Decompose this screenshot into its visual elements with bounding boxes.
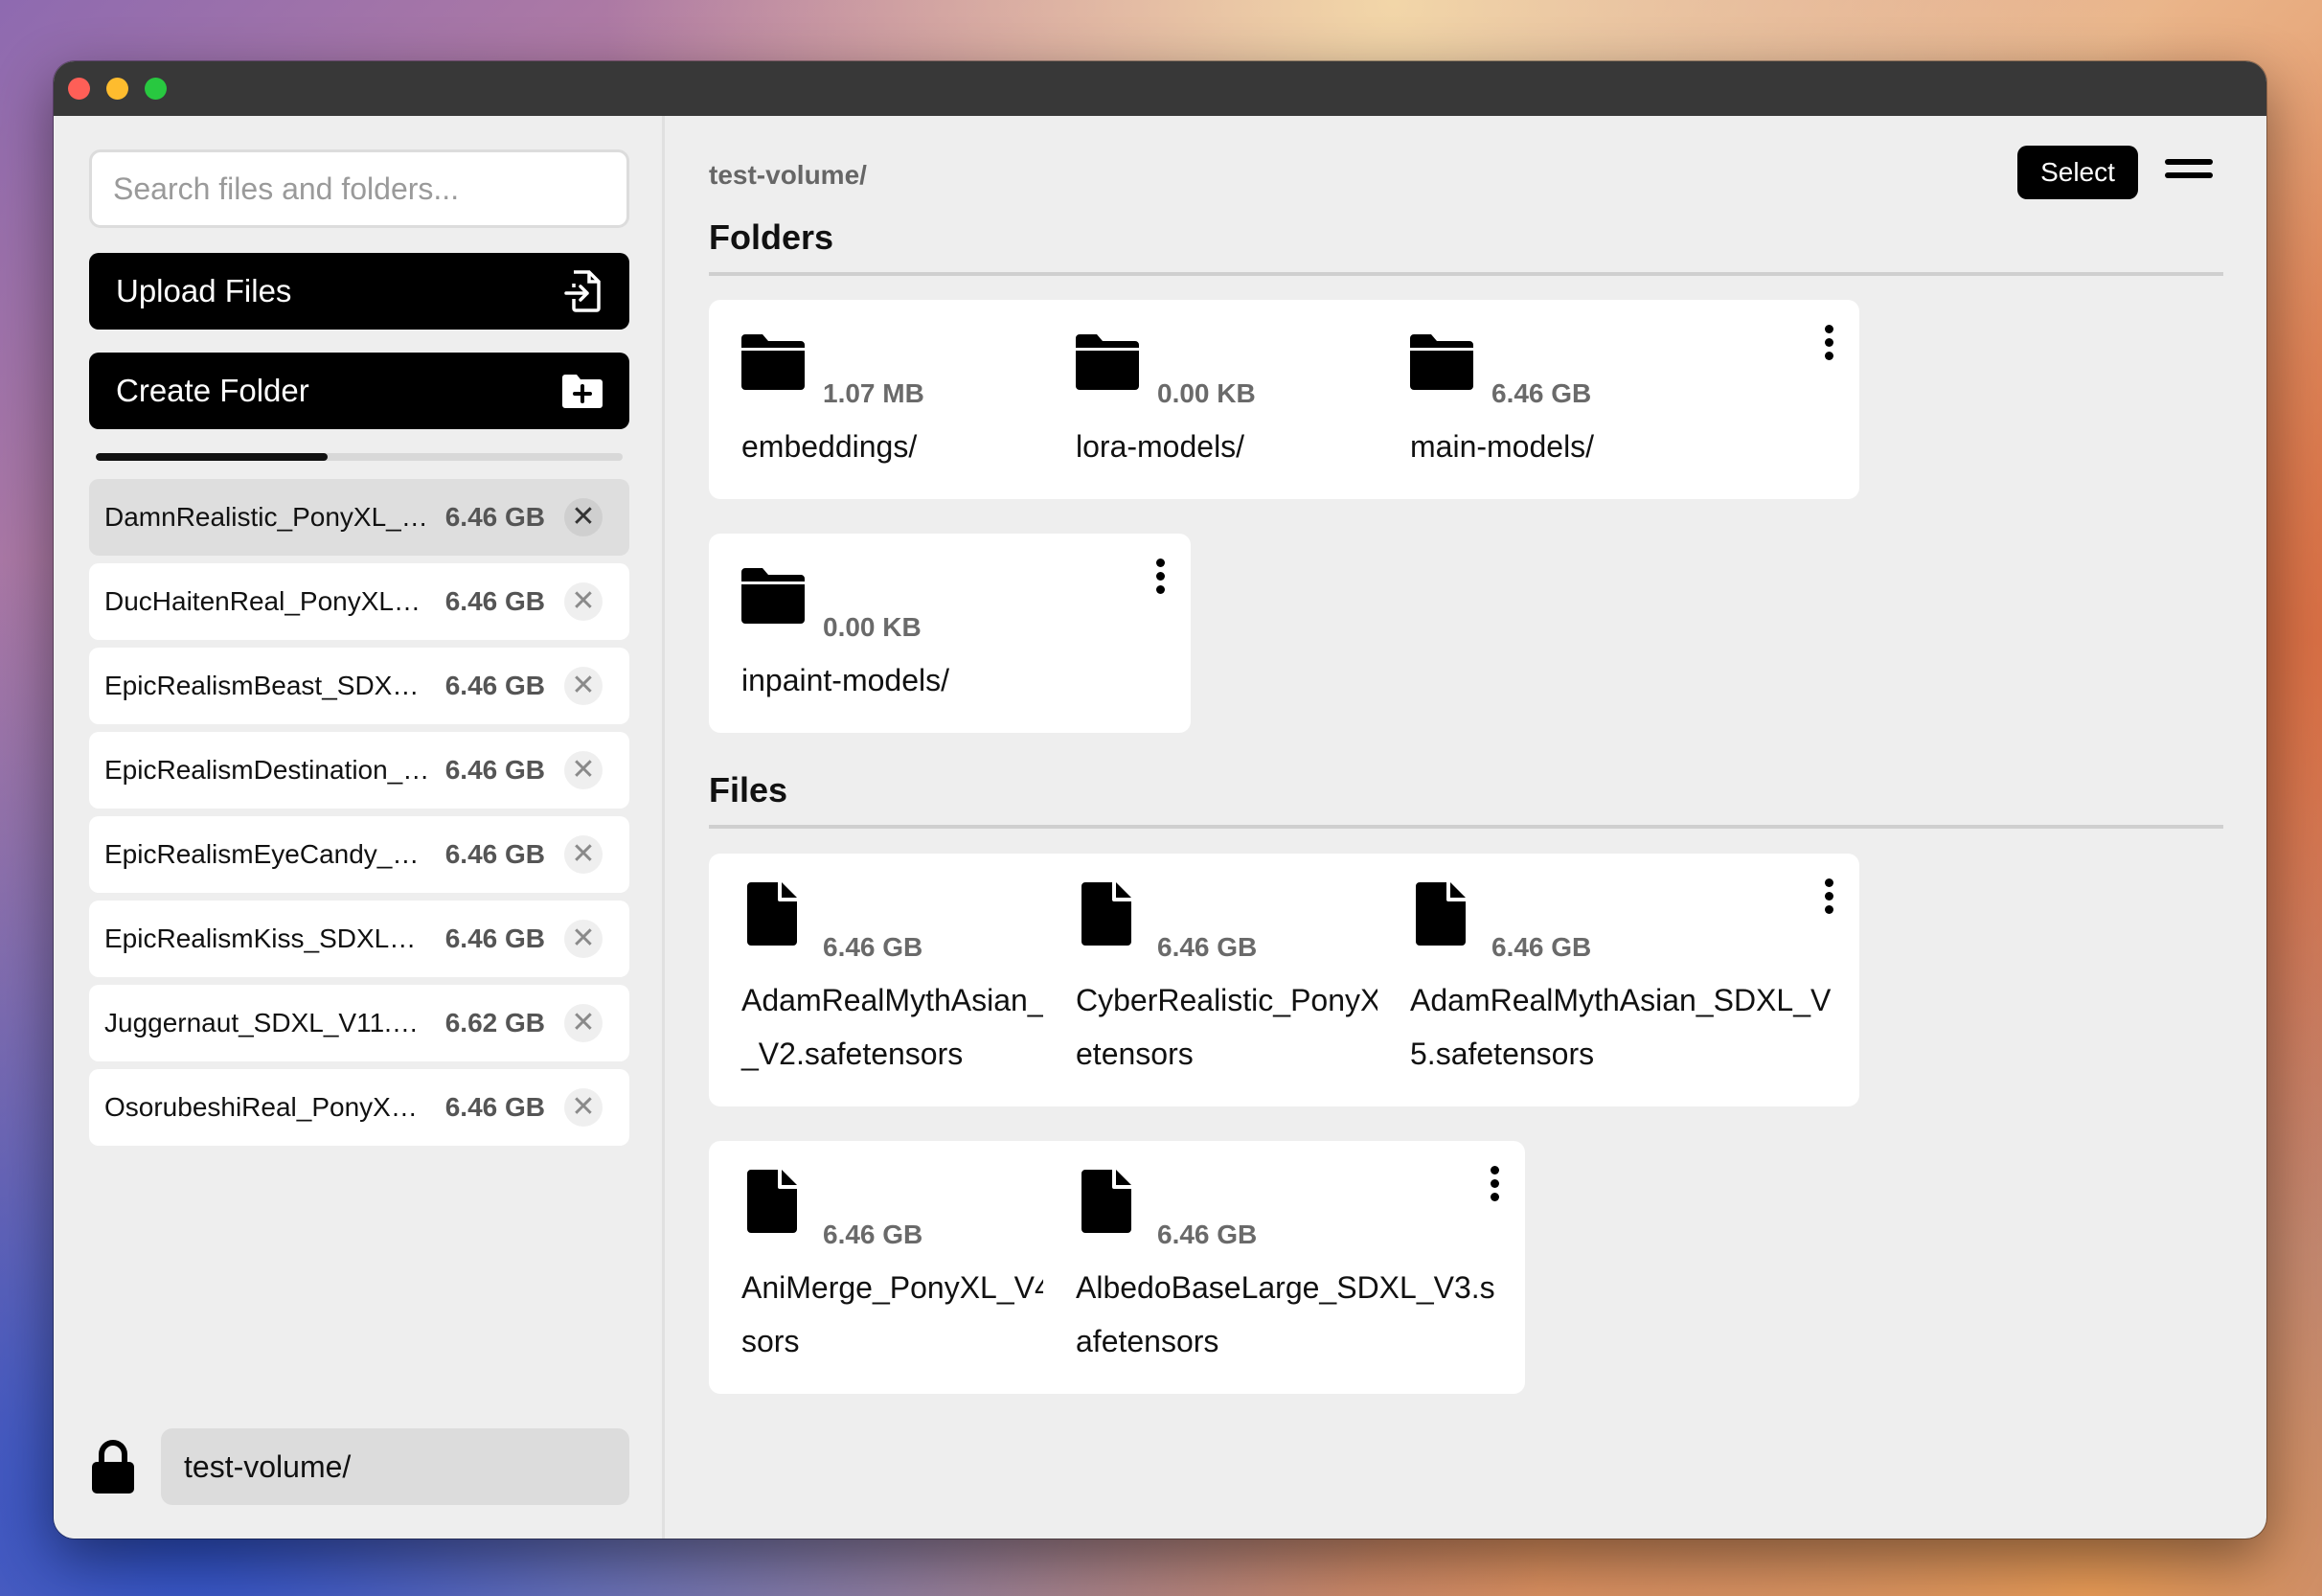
folder-card[interactable]: 6.46 GB main-models/ [1377,300,1859,499]
cancel-upload-icon[interactable]: ✕ [564,835,603,874]
file-name: AlbedoBaseLarge_SDXL_V3.safetensors [1076,1270,1495,1358]
folder-size: 0.00 KB [823,612,922,642]
close-window-button[interactable] [68,78,90,100]
create-folder-button[interactable]: Create Folder [89,353,629,429]
folder-icon [741,332,805,390]
upload-file-size: 6.46 GB [444,839,545,869]
upload-files-button[interactable]: Upload Files [89,253,629,330]
upload-progress-bar [96,453,623,461]
upload-file-size: 6.46 GB [444,755,545,785]
upload-file-name: EpicRealismKiss_SDXL… [104,923,417,953]
files-heading: Files [709,770,788,809]
file-size: 6.46 GB [823,1220,923,1249]
upload-file-name: EpicRealismDestination_… [104,755,430,785]
folder-size: 0.00 KB [1157,378,1256,408]
upload-file-name: Juggernaut_SDXL_V11.… [104,1008,419,1037]
file-import-icon [564,270,601,312]
main-panel: test-volume/ Select Folders Files 1.07 M… [668,116,2266,1539]
more-options-icon[interactable] [1819,325,1838,363]
file-card[interactable]: 6.46 GB AlbedoBaseLarge_SDXL_V3.safetenso… [1043,1141,1525,1394]
folder-name: main-models/ [1410,429,1595,464]
upload-files-label: Upload Files [116,273,292,308]
file-icon [747,1170,797,1233]
folder-name: inpaint-models/ [741,663,949,697]
upload-queue-item[interactable]: EpicRealismEyeCandy_… 6.46 GB ✕ [89,816,629,893]
folder-plus-icon [562,375,603,408]
upload-file-name: EpicRealismEyeCandy_… [104,839,420,869]
breadcrumb[interactable]: test-volume/ [709,160,867,191]
cancel-upload-icon[interactable]: ✕ [564,582,603,621]
more-options-icon[interactable] [1150,559,1170,597]
folder-icon [741,566,805,624]
search-input[interactable] [89,149,629,228]
cancel-upload-icon[interactable]: ✕ [564,751,603,789]
upload-file-name: OsorubeshiReal_PonyX… [104,1092,418,1122]
file-size: 6.46 GB [823,932,923,962]
upload-queue-list: DamnRealistic_PonyXL_… 6.46 GB ✕ DucHaitenR… [89,479,629,1153]
file-icon [747,882,797,946]
upload-file-size: 6.62 GB [444,1008,545,1037]
folder-icon [1410,332,1473,390]
cancel-upload-icon[interactable]: ✕ [564,498,603,536]
title-bar [54,61,2266,116]
file-icon [1081,1170,1131,1233]
upload-queue-item[interactable]: EpicRealismBeast_SDX… 6.46 GB ✕ [89,648,629,724]
file-icon [1081,882,1131,946]
file-size: 6.46 GB [1157,932,1258,962]
cancel-upload-icon[interactable]: ✕ [564,920,603,958]
upload-queue-item[interactable]: DucHaitenReal_PonyXL… 6.46 GB ✕ [89,563,629,640]
upload-file-size: 6.46 GB [444,671,545,700]
upload-file-size: 6.46 GB [444,1092,545,1122]
cancel-upload-icon[interactable]: ✕ [564,1004,603,1042]
create-folder-label: Create Folder [116,373,309,408]
upload-file-name: DucHaitenReal_PonyXL… [104,586,421,616]
lock-icon[interactable] [89,1438,137,1495]
upload-file-size: 6.46 GB [444,923,545,953]
upload-progress-fill [96,453,328,461]
upload-file-size: 6.46 GB [444,586,545,616]
app-window: Upload Files Create Folder DamnRealistic… [54,61,2266,1539]
folder-size: 6.46 GB [1491,378,1592,408]
cancel-upload-icon[interactable]: ✕ [564,667,603,705]
volume-bar: test-volume/ [89,1428,629,1505]
maximize-window-button[interactable] [145,78,167,100]
folder-size: 1.07 MB [823,378,924,408]
file-name: AdamRealMythAsian_SDXL_V5.safetensors [1410,983,1832,1071]
upload-queue-item[interactable]: EpicRealismDestination_… 6.46 GB ✕ [89,732,629,809]
folder-icon [1076,332,1139,390]
volume-name-field[interactable]: test-volume/ [161,1428,629,1505]
upload-file-name: DamnRealistic_PonyXL_… [104,502,428,532]
upload-queue-item[interactable]: DamnRealistic_PonyXL_… 6.46 GB ✕ [89,479,629,556]
files-divider [709,825,2223,829]
folders-divider [709,272,2223,276]
sidebar: Upload Files Create Folder DamnRealistic… [54,116,665,1539]
more-options-icon[interactable] [1819,878,1838,917]
upload-queue-item[interactable]: Juggernaut_SDXL_V11.… 6.62 GB ✕ [89,985,629,1061]
upload-queue-item[interactable]: OsorubeshiReal_PonyX… 6.46 GB ✕ [89,1069,629,1146]
upload-queue-item[interactable]: EpicRealismKiss_SDXL… 6.46 GB ✕ [89,901,629,977]
menu-icon[interactable] [2165,159,2213,184]
folder-card[interactable]: 0.00 KB inpaint-models/ [709,534,1191,733]
cancel-upload-icon[interactable]: ✕ [564,1088,603,1127]
select-button[interactable]: Select [2017,146,2138,199]
folders-heading: Folders [709,217,834,257]
minimize-window-button[interactable] [106,78,128,100]
file-icon [1416,882,1466,946]
upload-file-name: EpicRealismBeast_SDX… [104,671,420,700]
upload-file-size: 6.46 GB [444,502,545,532]
more-options-icon[interactable] [1485,1166,1504,1204]
file-size: 6.46 GB [1157,1220,1258,1249]
file-size: 6.46 GB [1491,932,1592,962]
file-card[interactable]: 6.46 GB AdamRealMythAsian_SDXL_V5.safeten… [1377,854,1859,1106]
